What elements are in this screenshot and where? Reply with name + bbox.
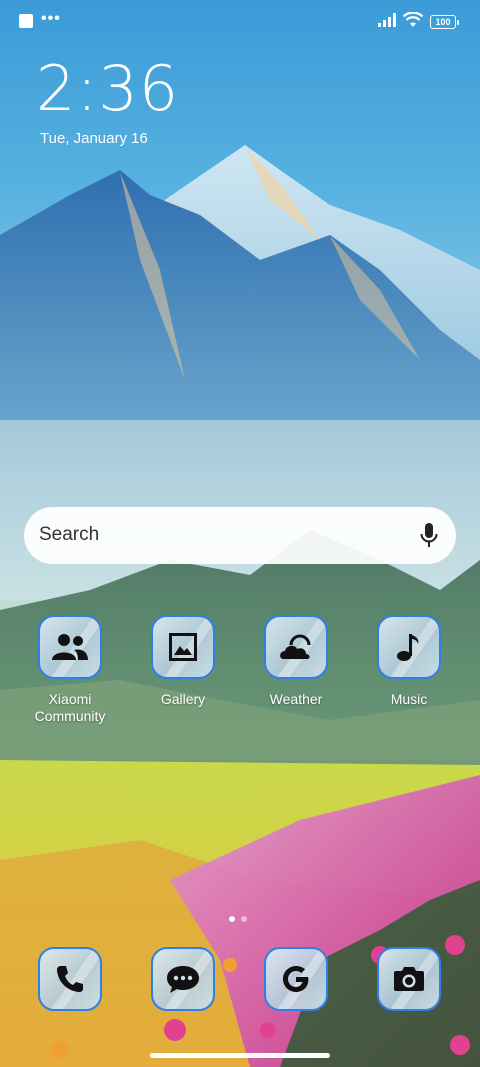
search-bar[interactable]: Search [24,507,456,564]
page-dot-active [229,916,235,922]
google-icon [283,966,309,992]
app-gallery[interactable]: Gallery [133,615,233,708]
page-indicator [229,909,253,927]
battery-indicator: 100 [430,15,459,29]
phone-icon [57,966,83,992]
home-gesture-bar[interactable] [150,1053,330,1058]
dock-phone[interactable] [20,947,120,1011]
clock-time[interactable]: 2:36 [36,52,179,125]
dock-camera[interactable] [359,947,459,1011]
status-bar: ••• 100 [0,0,480,44]
app-label: Music [390,691,428,707]
dock-google[interactable] [246,947,346,1011]
messages-icon [167,966,199,993]
dock-messages[interactable] [133,947,233,1011]
camera-icon [394,967,424,991]
more-notifications-icon: ••• [41,10,61,27]
app-xiaomi-community[interactable]: Xiaomi Community [20,615,120,725]
community-people-icon [52,634,88,660]
notification-app-icon [19,14,33,28]
weather-cloud-sun-icon [280,634,311,659]
clock-date[interactable]: Tue, January 16 [40,130,148,147]
search-placeholder: Search [39,524,100,545]
signal-icon [378,13,396,27]
microphone-icon[interactable] [420,523,438,549]
home-screen: ••• 100 2:36 Tue, January 16 Search Xiao… [0,0,480,1067]
wifi-icon [403,12,423,27]
app-weather[interactable]: Weather [246,615,346,708]
gallery-image-icon [169,633,197,661]
app-label: Gallery [160,691,206,707]
app-label: Xiaomi Community [34,691,106,724]
app-music[interactable]: Music [359,615,459,708]
app-label: Weather [269,691,323,707]
music-note-icon [397,634,419,661]
page-dot [241,916,247,922]
